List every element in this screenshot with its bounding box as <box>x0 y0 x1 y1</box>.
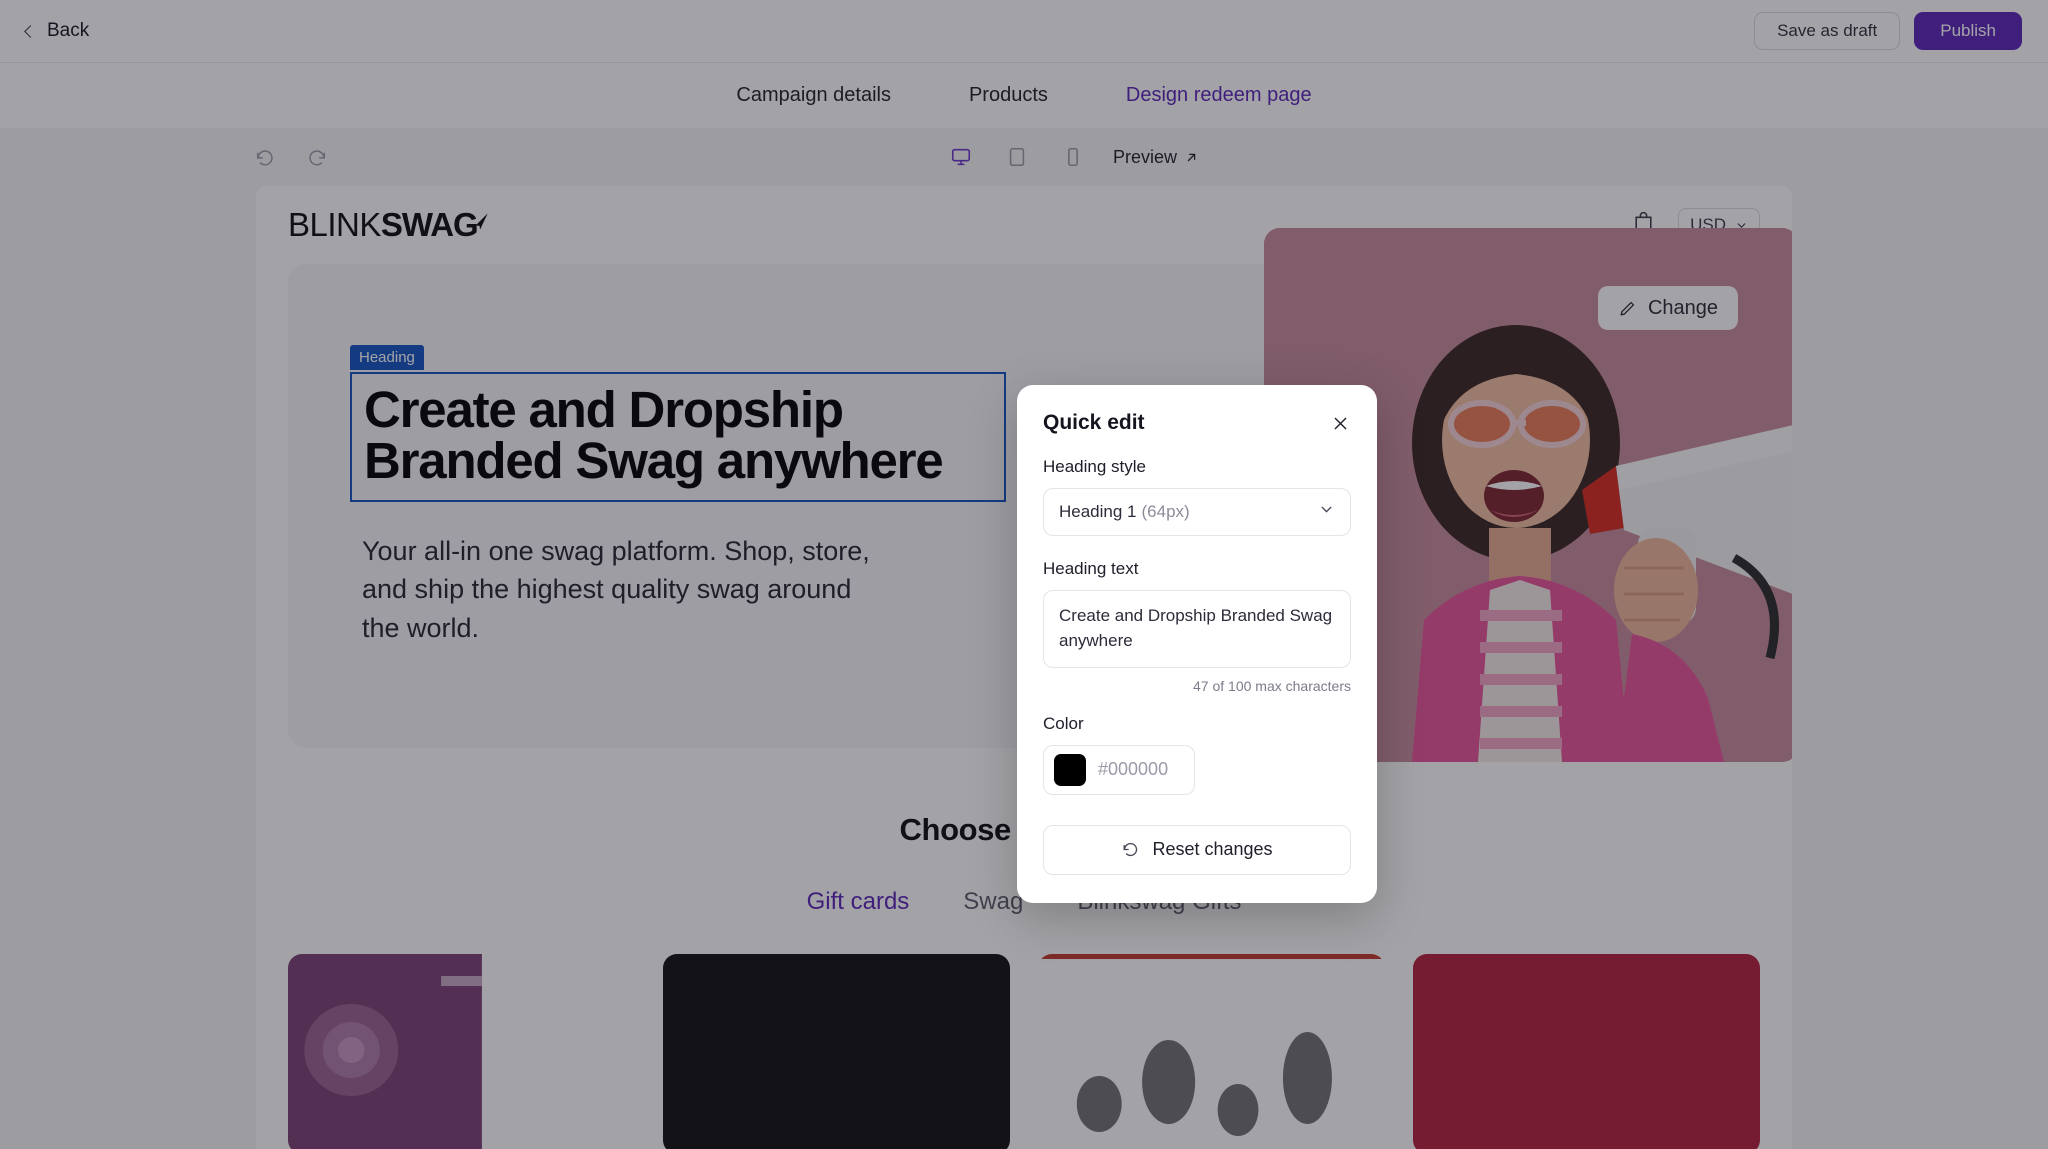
reset-icon <box>1123 843 1138 857</box>
heading-style-select[interactable]: Heading 1 (64px) <box>1043 488 1351 536</box>
color-hex-input[interactable]: #000000 <box>1098 759 1168 780</box>
reset-changes-label: Reset changes <box>1152 839 1273 860</box>
heading-style-label: Heading style <box>1043 457 1147 476</box>
quick-edit-modal: Quick edit Heading style Heading 1 (64px… <box>1017 385 1377 903</box>
modal-header: Quick edit <box>1043 411 1351 435</box>
character-counter: 47 of 100 max characters <box>1193 677 1351 694</box>
close-icon[interactable] <box>1329 412 1351 434</box>
chevron-down-icon <box>1318 501 1335 523</box>
heading-text-label: Heading text <box>1043 559 1139 578</box>
color-swatch[interactable] <box>1054 753 1086 786</box>
app-root: Back Save as draft Publish Campaign deta… <box>0 0 2048 1149</box>
modal-title: Quick edit <box>1043 411 1145 434</box>
color-label: Color <box>1043 713 1084 733</box>
color-picker-field[interactable]: #000000 <box>1043 744 1195 795</box>
heading-text-input[interactable]: Create and Dropship Branded Swag anywher… <box>1043 590 1351 668</box>
heading-style-value: Heading 1 <box>1059 502 1137 521</box>
reset-changes-button[interactable]: Reset changes <box>1043 824 1351 875</box>
heading-style-size: (64px) <box>1141 502 1190 521</box>
